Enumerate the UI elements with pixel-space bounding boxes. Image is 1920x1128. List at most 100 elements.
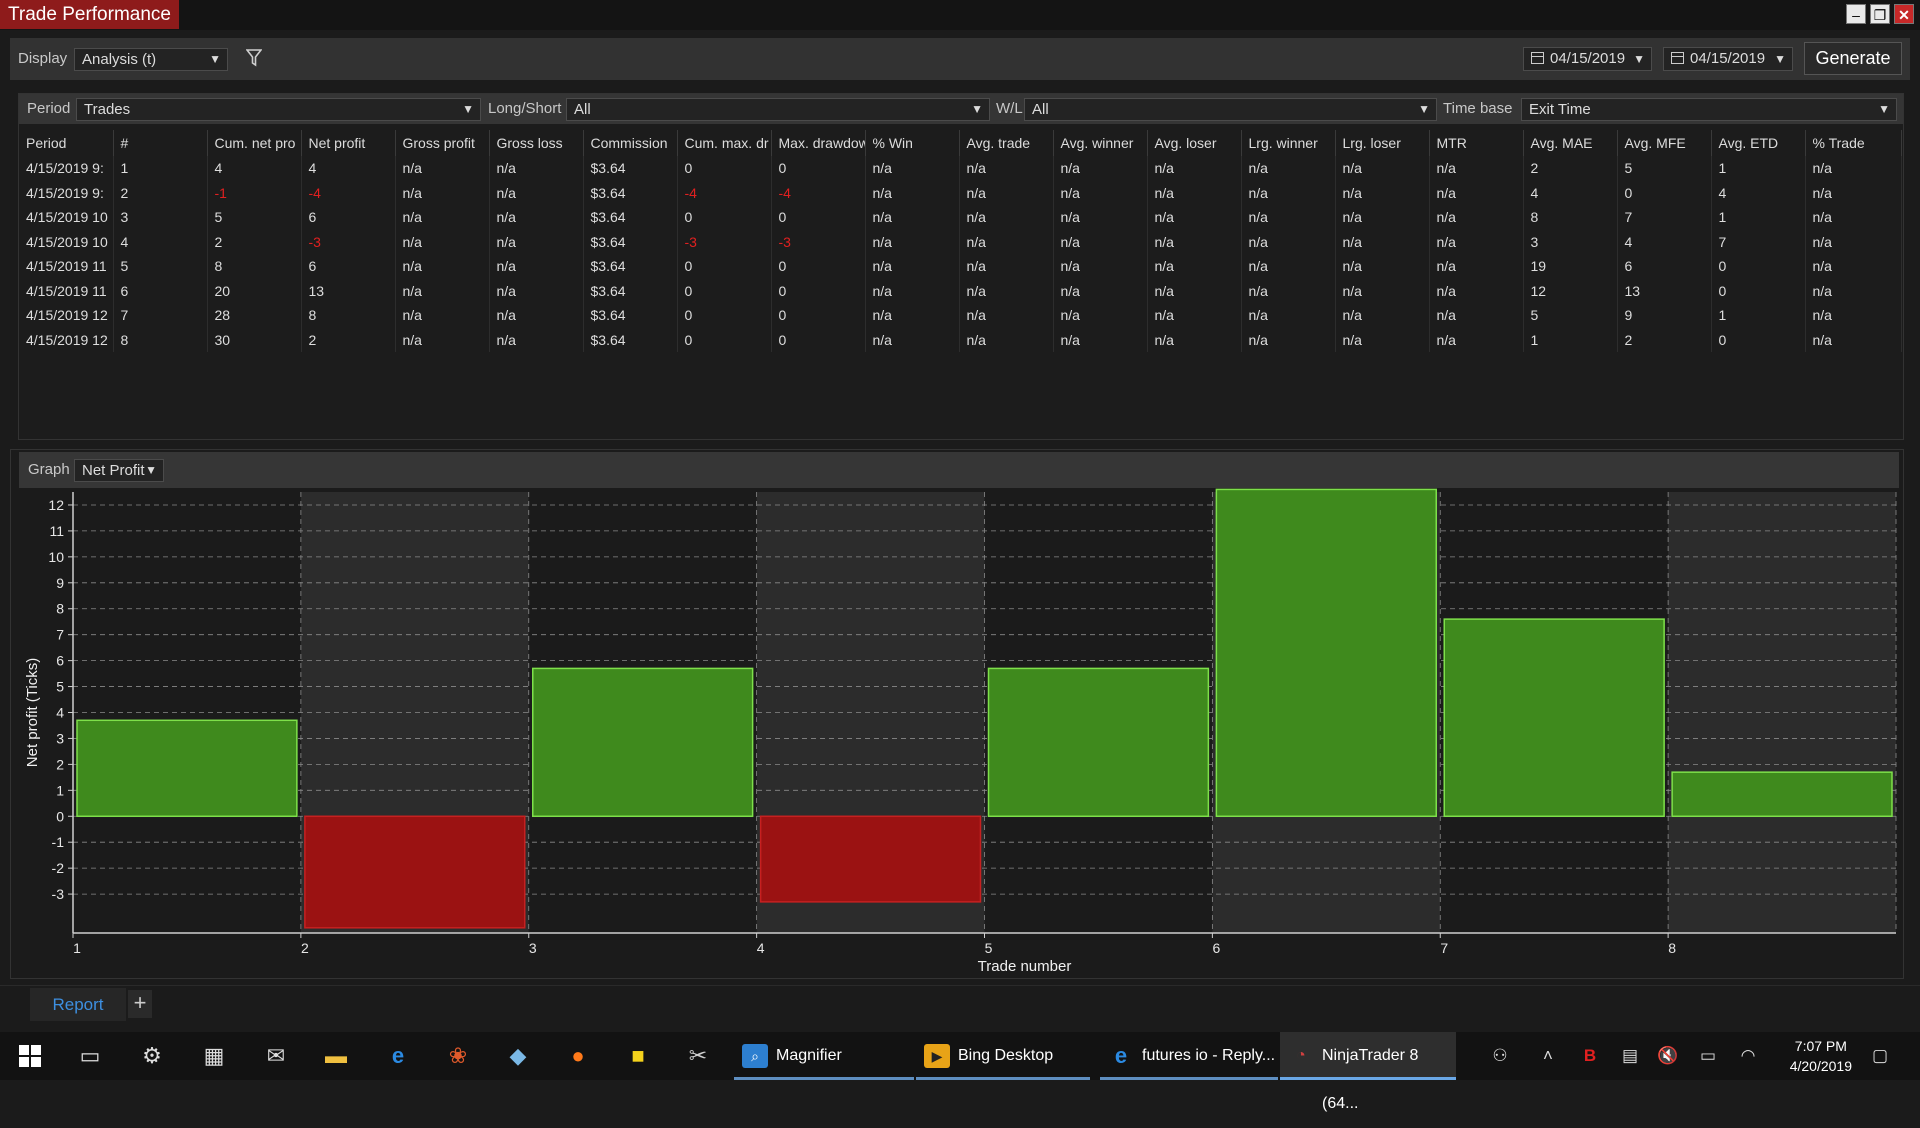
column-header[interactable]: Avg. loser <box>1147 130 1242 156</box>
y-tick-label: 8 <box>56 601 64 617</box>
bar-trade-2 <box>304 815 526 929</box>
filter-icon[interactable] <box>245 49 263 67</box>
chevron-up-icon[interactable]: ˄ <box>1530 1032 1566 1080</box>
column-header[interactable]: Lrg. winner <box>1241 130 1336 156</box>
table-row[interactable]: 4/15/2019 10 4 2 -3 n/a n/a $3.64 -3 -3 n/a n/a n/a… <box>19 229 1902 254</box>
column-header[interactable]: Gross profit <box>395 130 490 156</box>
generate-button[interactable]: Generate <box>1804 42 1902 75</box>
firefox-icon[interactable]: ● <box>554 1032 602 1080</box>
column-header[interactable]: MTR <box>1429 130 1524 156</box>
table-cell: -3 <box>677 229 772 254</box>
wifi-icon[interactable]: ◠ <box>1730 1032 1766 1080</box>
table-cell: n/a <box>1147 229 1242 254</box>
notifications-icon[interactable]: ▢ <box>1862 1032 1898 1080</box>
table-row[interactable]: 4/15/2019 9: 2 -1 -4 n/a n/a $3.64 -4 -4 n/a n/a n/… <box>19 180 1902 205</box>
file-explorer-icon[interactable]: ▬ <box>312 1032 360 1080</box>
people-icon[interactable]: ⚇ <box>1482 1032 1518 1080</box>
table-row[interactable]: 4/15/2019 12 7 28 8 n/a n/a $3.64 0 0 n/a n/a n/a n/… <box>19 303 1902 328</box>
column-header[interactable]: Avg. MFE <box>1617 130 1712 156</box>
table-cell: 19 <box>1523 254 1618 279</box>
table-cell: $3.64 <box>583 180 678 205</box>
table-cell: n/a <box>959 229 1054 254</box>
column-header[interactable]: Commission <box>583 130 678 156</box>
column-header[interactable]: Cum. net pro <box>207 130 302 156</box>
column-header[interactable]: Period <box>19 130 114 156</box>
column-header[interactable]: Net profit <box>301 130 396 156</box>
column-header[interactable]: Avg. winner <box>1053 130 1148 156</box>
restore-icon[interactable]: ❐ <box>1870 4 1890 24</box>
table-cell: n/a <box>1429 205 1524 230</box>
column-header[interactable]: Avg. ETD <box>1711 130 1806 156</box>
table-cell: 7 <box>1617 205 1712 230</box>
pinned-app-icon[interactable]: ✉ <box>252 1032 300 1080</box>
table-cell: n/a <box>959 156 1054 181</box>
table-row[interactable]: 4/15/2019 9: 1 4 4 n/a n/a $3.64 0 0 n/a n/a n/a n/a… <box>19 156 1902 181</box>
date-from-picker[interactable]: 04/15/2019 ▼ <box>1523 47 1652 71</box>
tray-app-icon[interactable]: B <box>1572 1032 1608 1080</box>
table-row[interactable]: 4/15/2019 10 3 5 6 n/a n/a $3.64 0 0 n/a n/a n/a n/a… <box>19 205 1902 230</box>
column-header[interactable]: Avg. MAE <box>1523 130 1618 156</box>
internet-explorer-icon[interactable]: e <box>374 1032 422 1080</box>
taskbar-app-futures-io[interactable]: e futures io - Reply... <box>1100 1032 1278 1080</box>
longshort-dropdown[interactable]: All ▼ <box>566 98 990 121</box>
taskbar-app-ninjatrader[interactable]: ◔ NinjaTrader 8 (64... <box>1280 1032 1456 1112</box>
table-cell: 8 <box>301 303 396 328</box>
table-cell: 4/15/2019 10 <box>19 205 114 230</box>
bar-trade-3 <box>532 667 754 818</box>
column-header[interactable]: Lrg. loser <box>1335 130 1430 156</box>
taskbar-app-bing-desktop[interactable]: ▶ Bing Desktop <box>916 1032 1090 1080</box>
table-cell: n/a <box>1805 303 1902 328</box>
column-header[interactable]: Max. drawdow <box>771 130 866 156</box>
x-tick-label: 3 <box>529 940 537 956</box>
column-header[interactable]: Gross loss <box>489 130 584 156</box>
column-header[interactable]: % Trade <box>1805 130 1902 156</box>
table-row[interactable]: 4/15/2019 11 6 20 13 n/a n/a $3.64 0 0 n/a n/a n/a n… <box>19 278 1902 303</box>
table-cell: 0 <box>1711 278 1806 303</box>
table-cell: -4 <box>301 180 396 205</box>
period-dropdown[interactable]: Trades ▼ <box>76 98 481 121</box>
battery-icon[interactable]: ▭ <box>1690 1032 1726 1080</box>
table-cell: 12 <box>1523 278 1618 303</box>
toolbar: Display Analysis (t) ▼ 04/15/2019 ▼ 04/1… <box>10 38 1910 80</box>
windows-start-icon[interactable] <box>6 1032 54 1080</box>
column-header[interactable]: Avg. trade <box>959 130 1054 156</box>
table-cell: 4 <box>1617 229 1712 254</box>
paint-icon[interactable]: ❀ <box>434 1032 482 1080</box>
add-tab-button[interactable]: + <box>128 990 152 1018</box>
table-cell: 0 <box>677 254 772 279</box>
date-to-picker[interactable]: 04/15/2019 ▼ <box>1663 47 1793 71</box>
table-cell: n/a <box>1053 327 1148 352</box>
pinned-app-icon[interactable]: ⚙ <box>128 1032 176 1080</box>
table-row[interactable]: 4/15/2019 11 5 8 6 n/a n/a $3.64 0 0 n/a n/a n/a n/a… <box>19 254 1902 279</box>
task-view-icon[interactable]: ▭ <box>66 1032 114 1080</box>
keyboard-icon[interactable]: ▤ <box>1612 1032 1648 1080</box>
tab-report[interactable]: Report <box>30 988 126 1021</box>
display-dropdown[interactable]: Analysis (t) ▼ <box>74 48 228 71</box>
table-cell: n/a <box>865 254 960 279</box>
table-cell: 4 <box>301 156 396 181</box>
taskbar-app-magnifier[interactable]: ⌕ Magnifier <box>734 1032 914 1080</box>
snipping-tool-icon[interactable]: ✂ <box>674 1032 722 1080</box>
column-header[interactable]: # <box>113 130 208 156</box>
clock[interactable]: 7:07 PM 4/20/2019 <box>1790 1032 1852 1076</box>
volume-muted-icon[interactable]: 🔇 <box>1650 1032 1686 1080</box>
table-cell: 13 <box>1617 278 1712 303</box>
pinned-app-icon[interactable]: ◆ <box>494 1032 542 1080</box>
table-row[interactable]: 4/15/2019 12 8 30 2 n/a n/a $3.64 0 0 n/a n/a n/a n/… <box>19 327 1902 352</box>
sticky-notes-icon[interactable]: ■ <box>614 1032 662 1080</box>
table-cell: 2 <box>113 180 208 205</box>
column-header[interactable]: % Win <box>865 130 960 156</box>
bar-trade-8 <box>1671 771 1893 818</box>
close-icon[interactable]: ✕ <box>1894 4 1914 24</box>
minimize-icon[interactable]: – <box>1846 4 1866 24</box>
table-cell: n/a <box>1805 327 1902 352</box>
wl-dropdown[interactable]: All ▼ <box>1024 98 1437 121</box>
column-header[interactable]: Cum. max. dr <box>677 130 772 156</box>
table-cell: $3.64 <box>583 229 678 254</box>
table-cell: n/a <box>1241 180 1336 205</box>
y-tick-label: 2 <box>56 756 64 772</box>
longshort-value: All <box>574 101 591 118</box>
table-cell: n/a <box>1429 229 1524 254</box>
timebase-dropdown[interactable]: Exit Time ▼ <box>1521 98 1897 121</box>
calculator-icon[interactable]: ▦ <box>190 1032 238 1080</box>
